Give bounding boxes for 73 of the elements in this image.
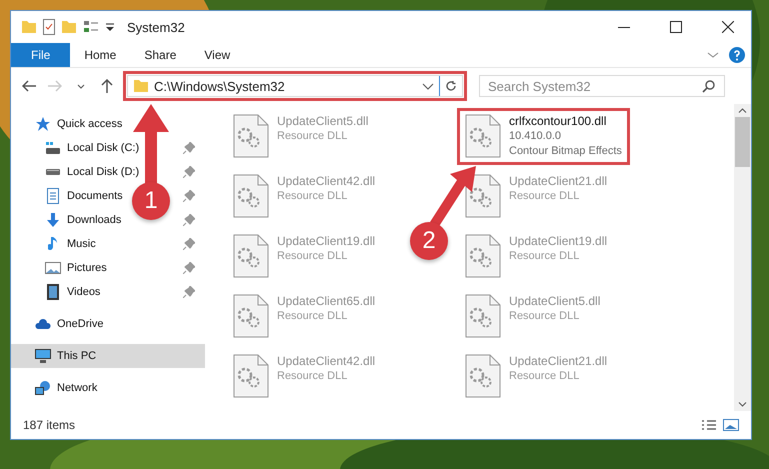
file-icon bbox=[233, 234, 269, 278]
view-icon bbox=[83, 21, 99, 33]
sidebar-item[interactable]: Local Disk (C:) bbox=[11, 136, 144, 160]
file-icon bbox=[233, 174, 269, 218]
file-menu-tab[interactable]: File bbox=[11, 43, 70, 67]
folder-icon bbox=[133, 80, 149, 92]
chevron-down-icon[interactable] bbox=[422, 82, 434, 90]
close-icon bbox=[722, 21, 734, 33]
sidebar-item[interactable]: Pictures bbox=[11, 256, 111, 280]
sidebar-item[interactable]: This PC bbox=[11, 344, 205, 368]
details-view-icon[interactable] bbox=[701, 419, 717, 431]
file-icon bbox=[465, 174, 501, 218]
download-icon bbox=[45, 212, 61, 228]
sidebar-item[interactable]: Downloads bbox=[11, 208, 126, 232]
back-button[interactable] bbox=[19, 78, 39, 94]
file-icon bbox=[233, 354, 269, 398]
file-icon bbox=[465, 114, 501, 158]
star-icon bbox=[35, 116, 51, 132]
folder-icon bbox=[21, 21, 37, 33]
pin-icon bbox=[183, 262, 195, 274]
sidebar-item[interactable]: Documents bbox=[11, 184, 127, 208]
chevron-down-icon bbox=[77, 84, 85, 88]
document-icon bbox=[47, 188, 59, 204]
sidebar-item[interactable]: Quick access bbox=[11, 112, 205, 136]
large-icons-view-icon[interactable] bbox=[723, 419, 739, 431]
ribbon-tab[interactable]: Share bbox=[130, 43, 190, 67]
drive-icon bbox=[45, 142, 61, 154]
window-title: System32 bbox=[127, 20, 185, 34]
refresh-icon[interactable] bbox=[445, 80, 457, 92]
file-icon bbox=[465, 354, 501, 398]
sidebar-item[interactable]: Music bbox=[11, 232, 100, 256]
help-icon[interactable] bbox=[729, 47, 745, 63]
sidebar-item[interactable]: OneDrive bbox=[11, 312, 205, 336]
cloud-icon bbox=[35, 319, 51, 329]
pin-icon bbox=[183, 286, 195, 298]
file-icon bbox=[233, 294, 269, 338]
scroll-thumb[interactable] bbox=[735, 117, 750, 167]
file-icon bbox=[465, 294, 501, 338]
network-icon bbox=[35, 381, 51, 395]
properties-icon bbox=[43, 19, 55, 35]
search-icon bbox=[702, 79, 716, 93]
ribbon-tab[interactable]: Home bbox=[70, 43, 130, 67]
scroll-down-icon bbox=[738, 402, 747, 407]
dropdown-icon bbox=[105, 22, 115, 32]
pin-icon bbox=[183, 238, 195, 250]
up-arrow-icon bbox=[101, 79, 113, 93]
music-note-icon bbox=[48, 236, 58, 252]
pin-icon bbox=[183, 190, 195, 202]
forward-arrow-icon bbox=[48, 80, 62, 92]
sidebar-item[interactable]: Local Disk (D:) bbox=[11, 160, 144, 184]
file-item[interactable]: crlfxcontour100.dll 10.410.0.0 Contour Bitmap Effects bbox=[461, 112, 626, 161]
pin-icon bbox=[183, 214, 195, 226]
chevron-down-icon[interactable] bbox=[707, 52, 719, 58]
back-arrow-icon bbox=[22, 80, 36, 92]
pin-icon bbox=[183, 166, 195, 178]
film-icon bbox=[47, 284, 59, 300]
pin-icon bbox=[183, 142, 195, 154]
file-icon bbox=[465, 234, 501, 278]
picture-icon bbox=[45, 262, 61, 274]
sidebar-item[interactable]: Videos bbox=[11, 280, 104, 304]
monitor-icon bbox=[35, 349, 51, 363]
sidebar-item[interactable]: Network bbox=[11, 376, 205, 400]
pointer-arrow bbox=[430, 166, 478, 228]
folder-icon bbox=[61, 21, 77, 33]
ribbon-tab[interactable]: View bbox=[190, 43, 244, 67]
maximize-icon bbox=[670, 21, 682, 33]
address-field[interactable]: C:\Windows\System32 bbox=[127, 75, 463, 97]
scroll-up-icon bbox=[738, 108, 747, 113]
scrollbar[interactable] bbox=[734, 104, 751, 411]
drive-icon bbox=[45, 169, 61, 175]
file-icon bbox=[233, 114, 269, 158]
minimize-icon bbox=[618, 26, 630, 28]
item-count: 187 items bbox=[23, 418, 76, 432]
